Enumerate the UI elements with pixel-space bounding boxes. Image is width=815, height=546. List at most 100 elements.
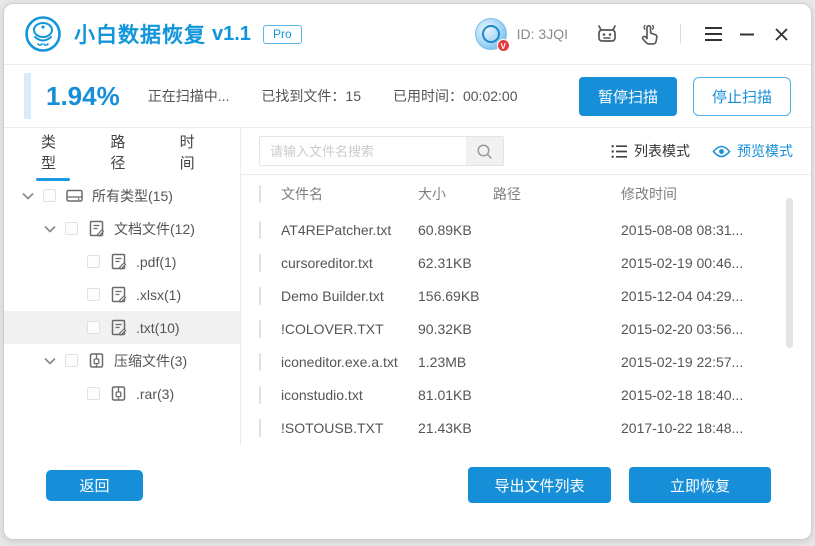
app-version: v1.1 (212, 22, 251, 45)
tree-item[interactable]: .txt(10) (4, 311, 240, 344)
back-button[interactable]: 返回 (46, 469, 143, 501)
row-checkbox[interactable] (259, 286, 261, 305)
chevron-down-icon[interactable] (42, 353, 58, 369)
scan-percent: 1.94% (46, 80, 120, 111)
user-id-label: ID: 3JQI (516, 26, 568, 42)
elapsed-time: 已用时间：00:02:00 (393, 86, 518, 106)
file-type-tree: 所有类型(15) 文档文件(12) .pdf(1) .xlsx(1) .txt(10) 压… (4, 175, 240, 410)
tree-item[interactable]: 压缩文件(3) (4, 344, 240, 377)
header-modified: 修改时间 (621, 186, 677, 202)
row-checkbox[interactable] (259, 253, 261, 272)
tree-item-checkbox[interactable] (87, 288, 100, 301)
tree-item-label: .xlsx(1) (136, 286, 182, 303)
preview-mode-toggle[interactable]: 预览模式 (712, 141, 793, 161)
row-checkbox[interactable] (259, 319, 261, 338)
tree-item[interactable]: 文档文件(12) (4, 212, 240, 245)
file-table-body: AT4REPatcher.txt 60.89KB 2015-08-08 08:31.… (241, 213, 811, 445)
tab-type[interactable]: 类型 (39, 128, 66, 185)
minimize-button[interactable] (735, 22, 759, 46)
search-icon (477, 143, 492, 159)
cell-modified: 2015-02-19 22:57... (621, 353, 744, 370)
close-button[interactable] (769, 22, 793, 46)
elapsed-time-value: 00:02:00 (462, 88, 518, 104)
tree-item-checkbox[interactable] (87, 321, 100, 334)
scan-progress-bar: 1.94% 正在扫描中... 已找到文件：15 已用时间：00:02:00 暂停… (4, 65, 811, 128)
tree-item[interactable]: .pdf(1) (4, 245, 240, 278)
table-row[interactable]: !SOTOUSB.TXT 21.43KB 2017-10-22 18:48... (241, 411, 811, 444)
filter-sidebar: 类型 路径 时间 所有类型(15) 文档文件(12) .pdf(1) .xlsx(1)… (4, 128, 241, 445)
tree-item-label: 文档文件(12) (114, 220, 195, 237)
footer-bar: 返回 导出文件列表 立即恢复 (4, 445, 811, 539)
tree-item[interactable]: .rar(3) (4, 377, 240, 410)
robot-assistant-icon[interactable] (594, 21, 620, 47)
list-mode-toggle[interactable]: 列表模式 (611, 141, 690, 161)
tab-time[interactable]: 时间 (178, 128, 205, 185)
cell-modified: 2015-02-18 18:40... (621, 386, 744, 403)
scan-status: 正在扫描中... (147, 88, 230, 104)
user-avatar[interactable]: V (474, 18, 510, 52)
main-panel: 列表模式 预览模式 文件名 大小 路径 修改时间 AT4REPatcher.tx… (241, 128, 811, 445)
tree-item-label: .pdf(1) (136, 253, 177, 270)
chevron-down-icon[interactable] (42, 221, 58, 237)
table-row[interactable]: Demo Builder.txt 156.69KB 2015-12-04 04:29… (241, 279, 811, 312)
document-icon (111, 319, 127, 336)
document-icon (111, 253, 127, 270)
select-all-checkbox[interactable] (259, 185, 261, 203)
sidebar-tabs: 类型 路径 时间 (4, 128, 240, 175)
header-path: 路径 (493, 186, 521, 202)
zip-archive-icon (111, 386, 126, 401)
cell-filename: AT4REPatcher.txt (281, 221, 392, 238)
hand-pointer-icon[interactable] (636, 21, 662, 47)
preview-mode-label: 预览模式 (737, 143, 793, 159)
table-row[interactable]: !COLOVER.TXT 90.32KB 2015-02-20 03:56... (241, 312, 811, 345)
tree-item-checkbox[interactable] (65, 354, 78, 367)
tree-item-label: 压缩文件(3) (114, 352, 188, 369)
cell-modified: 2015-12-04 04:29... (621, 287, 744, 304)
zip-archive-icon (89, 353, 104, 368)
table-scrollbar[interactable] (786, 198, 793, 348)
tree-item-checkbox[interactable] (87, 255, 100, 268)
pause-scan-button[interactable]: 暂停扫描 (578, 76, 677, 116)
chevron-down-icon[interactable] (20, 188, 36, 204)
row-checkbox[interactable] (259, 220, 261, 239)
preview-mode-eye-icon (712, 145, 731, 157)
cell-size: 21.43KB (418, 419, 472, 436)
tab-path[interactable]: 路径 (108, 128, 135, 185)
table-row[interactable]: cursoreditor.txt 62.31KB 2015-02-19 00:46.… (241, 246, 811, 279)
cell-modified: 2015-02-19 00:46... (621, 254, 744, 271)
files-found: 已找到文件：15 (261, 86, 361, 106)
tree-item[interactable]: .xlsx(1) (4, 278, 240, 311)
tree-item-checkbox[interactable] (43, 189, 56, 202)
list-mode-label: 列表模式 (634, 143, 690, 159)
tree-item-checkbox[interactable] (65, 222, 78, 235)
cell-size: 60.89KB (418, 221, 472, 238)
cell-size: 1.23MB (418, 353, 467, 370)
recover-now-button[interactable]: 立即恢复 (629, 467, 771, 503)
search-box (259, 136, 504, 166)
tree-item-label: .rar(3) (136, 385, 175, 402)
export-file-list-button[interactable]: 导出文件列表 (468, 467, 611, 503)
titlebar: 小白数据恢复 v1.1 Pro V ID: 3JQI (4, 4, 811, 65)
document-icon (89, 220, 105, 237)
cell-filename: !COLOVER.TXT (281, 320, 384, 337)
tree-item-checkbox[interactable] (87, 387, 100, 400)
row-checkbox[interactable] (259, 385, 261, 404)
table-row[interactable]: AT4REPatcher.txt 60.89KB 2015-08-08 08:31.… (241, 213, 811, 246)
row-checkbox[interactable] (259, 418, 261, 437)
table-row[interactable]: iconeditor.exe.a.txt 1.23MB 2015-02-19 22:… (241, 345, 811, 378)
titlebar-divider (680, 24, 681, 44)
table-header: 文件名 大小 路径 修改时间 (241, 175, 811, 213)
search-input[interactable] (260, 137, 466, 165)
minimize-icon (740, 33, 754, 36)
cell-filename: iconeditor.exe.a.txt (281, 353, 398, 370)
table-row[interactable]: iconstudio.txt 81.01KB 2015-02-18 18:40... (241, 378, 811, 411)
cell-filename: iconstudio.txt (281, 386, 363, 403)
stop-scan-button[interactable]: 停止扫描 (692, 76, 791, 116)
files-found-count: 15 (345, 88, 361, 104)
list-mode-icon (611, 144, 627, 158)
search-button[interactable] (466, 137, 503, 165)
row-checkbox[interactable] (259, 352, 261, 371)
menu-button[interactable] (701, 22, 725, 46)
cell-filename: !SOTOUSB.TXT (281, 419, 384, 436)
cell-size: 90.32KB (418, 320, 472, 337)
